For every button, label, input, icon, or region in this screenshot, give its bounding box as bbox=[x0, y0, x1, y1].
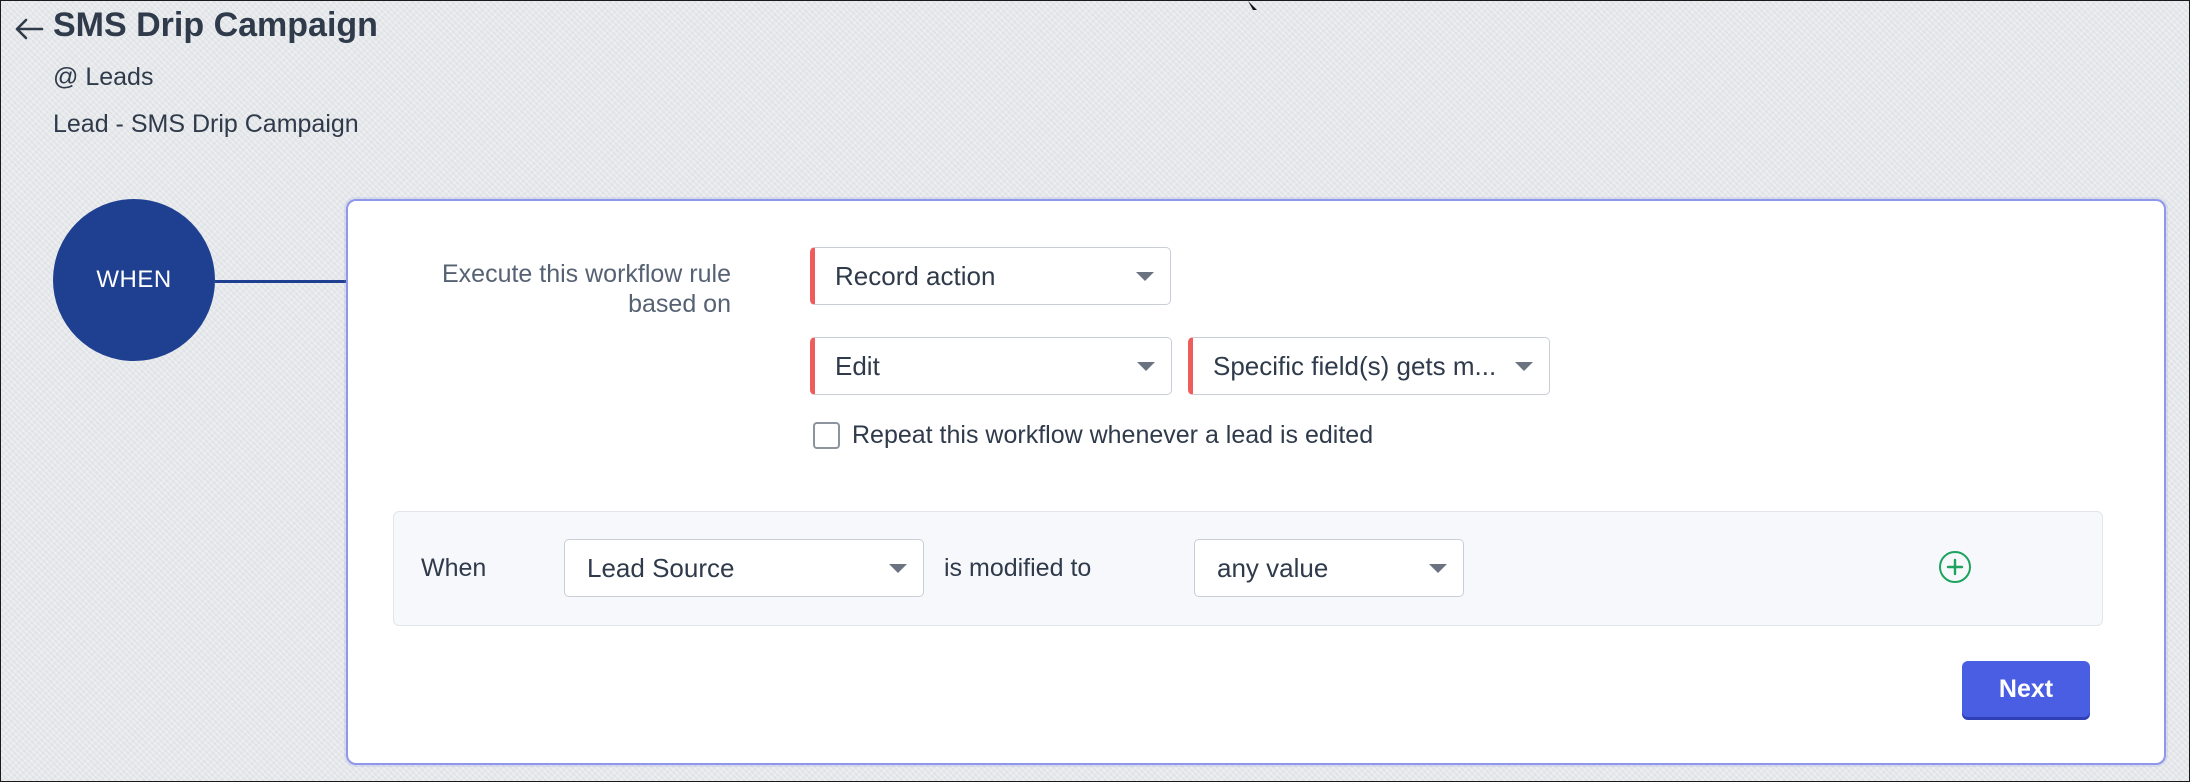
page-title: SMS Drip Campaign bbox=[53, 6, 378, 44]
caret-down-icon bbox=[1137, 362, 1155, 371]
module-label: @ Leads bbox=[53, 63, 154, 91]
criteria-field-select[interactable]: Lead Source bbox=[564, 539, 924, 597]
caret-down-icon bbox=[1515, 362, 1533, 371]
criteria-operator-label: is modified to bbox=[944, 554, 1092, 582]
edit-condition-select[interactable]: Specific field(s) gets m... bbox=[1188, 337, 1550, 395]
criteria-value: any value bbox=[1217, 552, 1329, 583]
arrow-left-icon bbox=[15, 18, 44, 40]
rule-name: Lead - SMS Drip Campaign bbox=[53, 110, 359, 138]
caret-down-icon bbox=[1429, 564, 1447, 573]
plus-icon bbox=[1946, 558, 1964, 576]
edit-condition-value: Specific field(s) gets m... bbox=[1213, 350, 1497, 381]
workflow-trigger-card: Execute this workflow rule based on Reco… bbox=[346, 199, 2166, 765]
execute-rule-label: Execute this workflow rule based on bbox=[441, 260, 731, 318]
next-button[interactable]: Next bbox=[1962, 661, 2090, 717]
criteria-value-select[interactable]: any value bbox=[1194, 539, 1464, 597]
repeat-workflow-checkbox[interactable] bbox=[813, 422, 840, 449]
repeat-workflow-option[interactable]: Repeat this workflow whenever a lead is … bbox=[813, 421, 1373, 450]
action-type-value: Edit bbox=[835, 350, 880, 381]
criteria-when-label: When bbox=[421, 554, 487, 582]
when-node: WHEN bbox=[53, 199, 215, 361]
caret-down-icon bbox=[889, 564, 907, 573]
when-connector-line bbox=[215, 280, 347, 283]
criteria-row: When Lead Source is modified to any valu… bbox=[393, 511, 2103, 626]
caret-down-icon bbox=[1136, 272, 1154, 281]
repeat-workflow-label: Repeat this workflow whenever a lead is … bbox=[852, 421, 1374, 449]
action-type-select[interactable]: Edit bbox=[810, 337, 1172, 395]
mouse-cursor-icon bbox=[1248, 1, 1257, 10]
record-action-select[interactable]: Record action bbox=[810, 247, 1171, 305]
record-action-value: Record action bbox=[835, 260, 996, 291]
add-criteria-button[interactable] bbox=[1939, 551, 1971, 583]
criteria-field-value: Lead Source bbox=[587, 552, 735, 583]
back-button[interactable] bbox=[11, 11, 47, 47]
